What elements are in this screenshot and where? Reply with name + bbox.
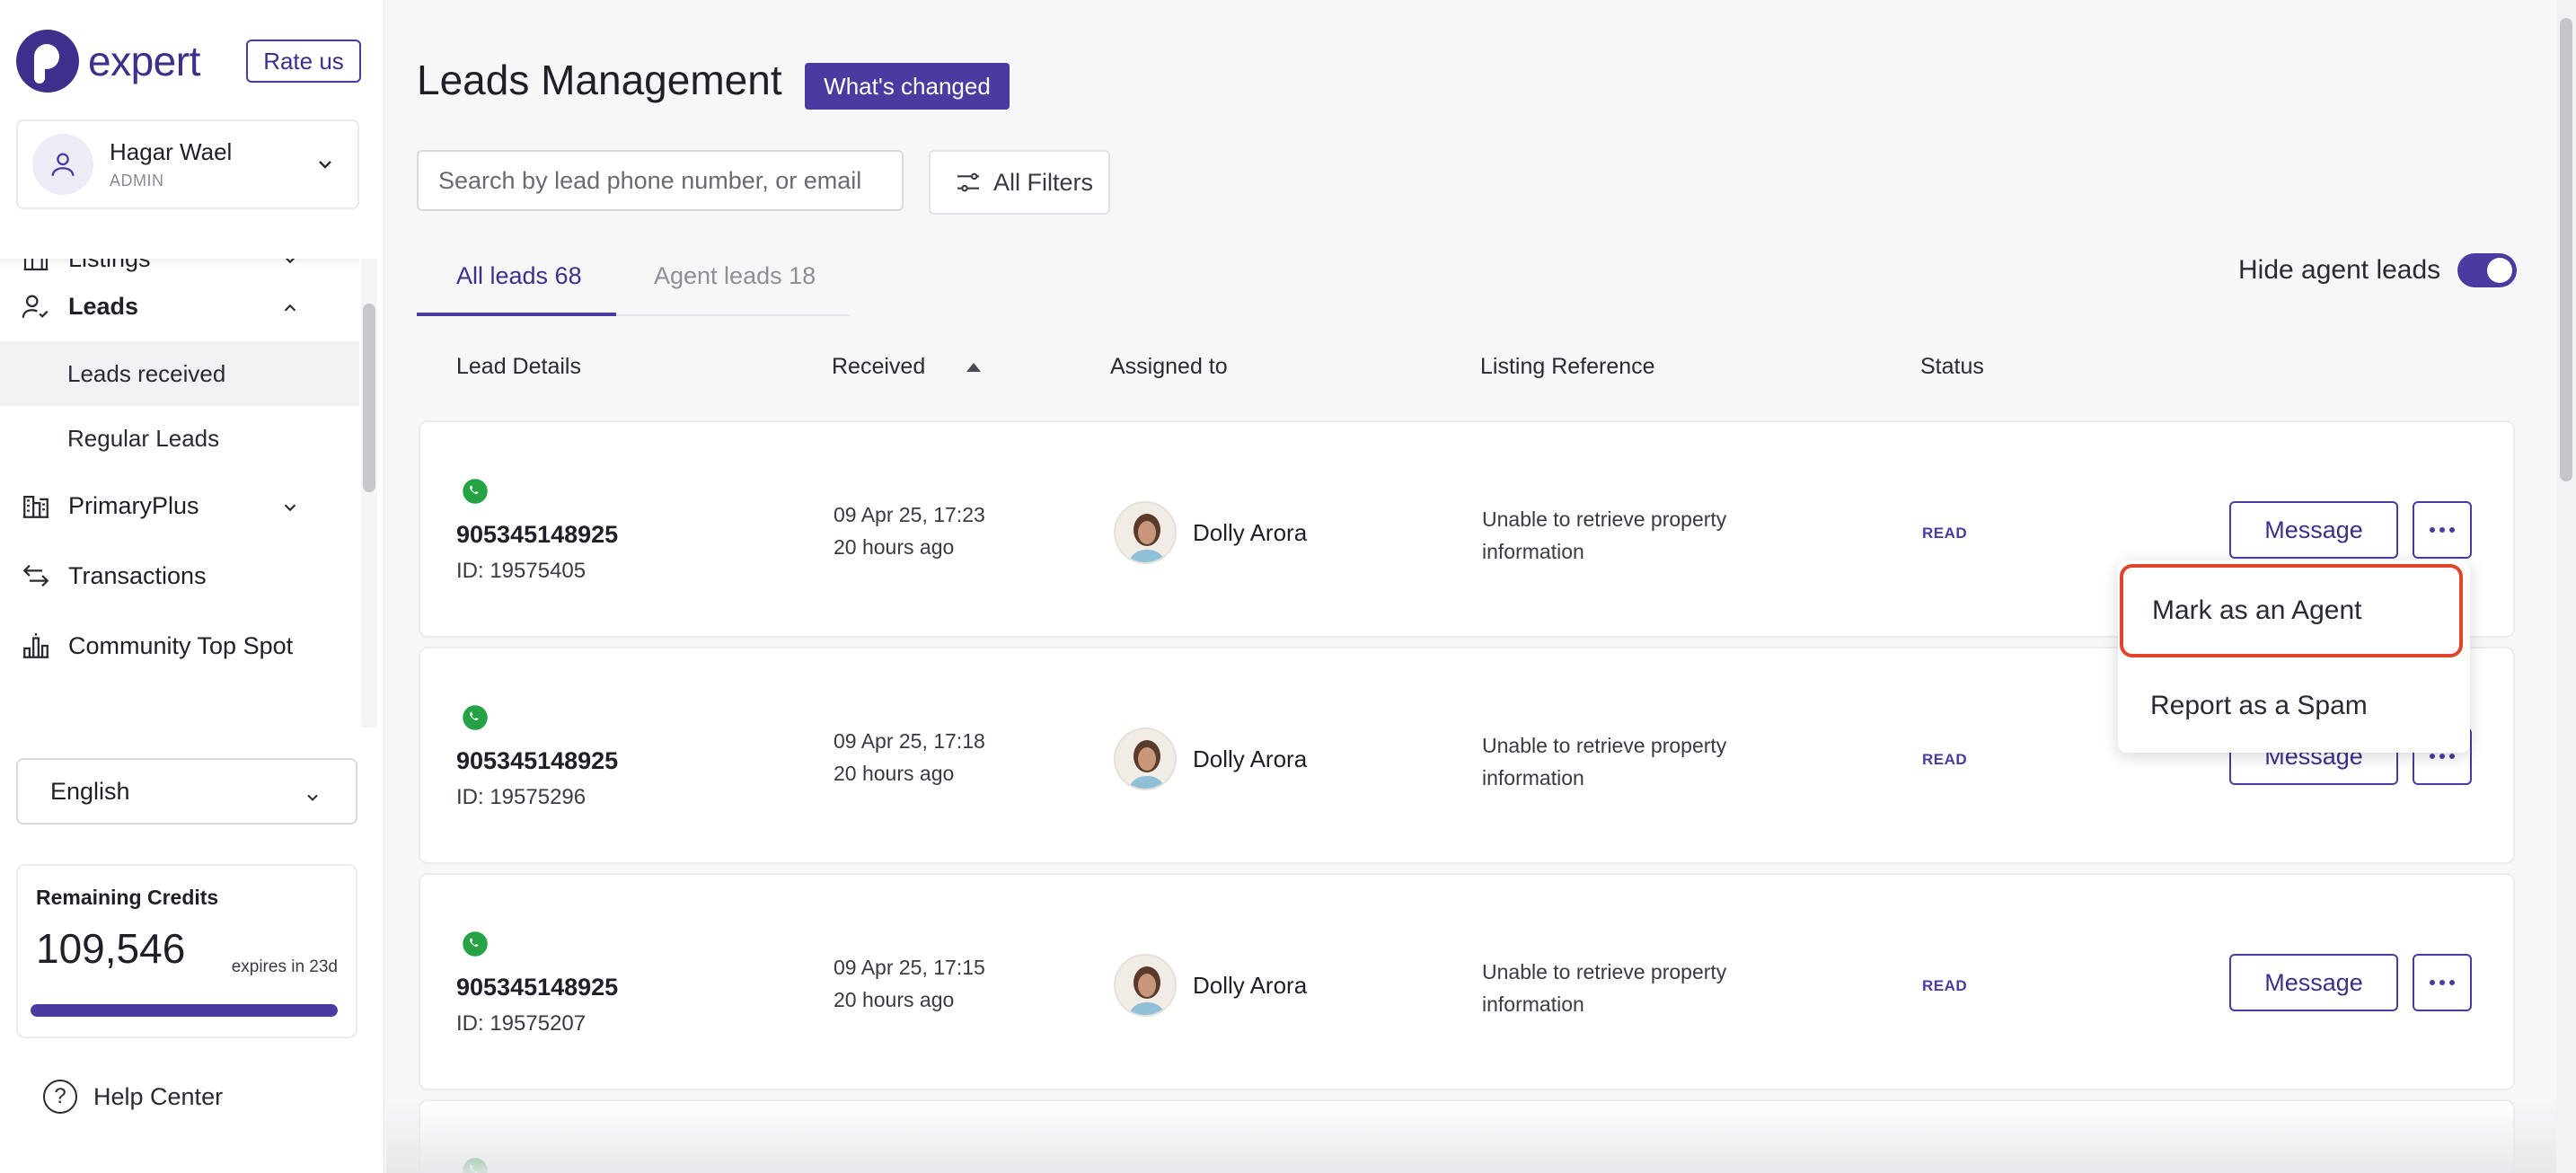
user-menu[interactable]: Hagar Wael ADMIN	[16, 119, 359, 209]
sidebar-item-leads-received[interactable]: Leads received	[0, 341, 359, 406]
column-header-lead-details: Lead Details	[456, 354, 581, 379]
sidebar-item-primaryplus[interactable]: PrimaryPlus	[0, 471, 359, 541]
received-date: 09 Apr 25, 17:18	[834, 729, 985, 753]
received-ago: 20 hours ago	[834, 988, 955, 1011]
sidebar-scrollbar[interactable]	[363, 304, 375, 492]
listing-reference: Unable to retrieve property information	[1482, 734, 1727, 789]
brand-logo[interactable]: expert	[16, 27, 200, 95]
agent-name: Dolly Arora	[1193, 745, 1308, 772]
credits-progress-bar	[31, 1004, 338, 1017]
credits-progress-fill	[31, 1004, 338, 1017]
whats-changed-button[interactable]: What's changed	[805, 63, 1010, 110]
tab-all-leads[interactable]: All leads 68	[456, 262, 582, 290]
more-options-button[interactable]	[2413, 954, 2472, 1011]
sidebar-item-transactions[interactable]: Transactions	[0, 541, 359, 611]
more-options-button[interactable]	[2413, 501, 2472, 559]
ellipsis-icon	[2430, 754, 2455, 759]
status-badge: READ	[1922, 751, 1968, 768]
chevron-down-icon	[280, 496, 300, 524]
page-title: Leads Management	[417, 57, 782, 103]
sidebar-item-label: Leads	[68, 292, 139, 320]
question-icon: ?	[43, 1080, 77, 1114]
all-filters-button[interactable]: All Filters	[929, 150, 1110, 215]
ellipsis-icon	[2430, 527, 2455, 533]
chart-bars-icon	[20, 630, 52, 662]
message-button[interactable]: Message	[2229, 954, 2398, 1011]
credits-expiry: expires in 23d	[231, 957, 338, 976]
column-header-status: Status	[1920, 354, 1984, 379]
sort-ascending-icon[interactable]	[966, 363, 981, 372]
active-tab-indicator	[417, 313, 616, 316]
sidebar: expert Rate us Hagar Wael ADMIN Listings	[0, 0, 384, 1173]
page-scrollbar[interactable]	[2560, 18, 2572, 481]
whatsapp-icon	[462, 704, 489, 736]
sidebar-nav: Listings Leads Leads received Regular Le…	[0, 259, 359, 728]
sidebar-item-listings[interactable]: Listings	[0, 259, 359, 272]
rate-us-button[interactable]: Rate us	[246, 40, 361, 83]
chevron-down-icon	[304, 785, 322, 813]
hide-agent-leads-toggle[interactable]	[2457, 253, 2517, 287]
agent-avatar	[1114, 728, 1177, 790]
sidebar-item-label: Transactions	[68, 561, 207, 589]
help-center-label: Help Center	[93, 1082, 224, 1110]
lead-id: ID: 19575405	[456, 559, 587, 583]
tab-agent-leads[interactable]: Agent leads 18	[654, 262, 816, 290]
chevron-up-icon	[280, 296, 300, 324]
search-input[interactable]	[417, 150, 904, 211]
whatsapp-icon	[462, 930, 489, 962]
user-name: Hagar Wael	[110, 138, 233, 165]
sidebar-item-community-top-spot[interactable]: Community Top Spot	[0, 611, 359, 681]
user-role: ADMIN	[110, 172, 164, 190]
sidebar-item-label: PrimaryPlus	[68, 491, 199, 519]
row-actions-menu: Mark as an Agent Report as a Spam	[2118, 560, 2470, 753]
column-header-received[interactable]: Received	[832, 354, 925, 380]
lead-phone: 905345148925	[456, 974, 619, 1001]
lead-id: ID: 19575296	[456, 785, 587, 809]
all-filters-label: All Filters	[993, 168, 1094, 196]
language-value: English	[50, 777, 130, 805]
exchange-icon	[20, 560, 52, 592]
leads-tabs: All leads 68 Agent leads 18	[417, 248, 850, 316]
received-date: 09 Apr 25, 17:15	[834, 956, 985, 979]
agent-avatar	[1114, 501, 1177, 564]
chevron-down-icon	[314, 154, 336, 180]
person-icon	[20, 290, 52, 322]
language-select[interactable]: English	[16, 758, 357, 825]
lead-id: ID: 19575207	[456, 1011, 587, 1036]
listing-reference: Unable to retrieve property information	[1482, 960, 1727, 1016]
received-date: 09 Apr 25, 17:23	[834, 503, 985, 526]
status-badge: READ	[1922, 525, 1968, 542]
mark-as-agent-menu-item[interactable]: Mark as an Agent	[2120, 564, 2463, 657]
agent-name: Dolly Arora	[1193, 519, 1308, 546]
listing-reference: Unable to retrieve property information	[1482, 507, 1727, 563]
ellipsis-icon	[2430, 980, 2455, 985]
report-as-spam-menu-item[interactable]: Report as a Spam	[2118, 659, 2470, 753]
lead-phone: 905345148925	[456, 747, 619, 774]
sidebar-item-label: Community Top Spot	[68, 631, 294, 659]
user-icon	[32, 134, 93, 195]
column-header-listing-reference: Listing Reference	[1480, 354, 1655, 379]
credits-label: Remaining Credits	[36, 886, 219, 909]
lead-phone: 905345148925	[456, 521, 619, 548]
whatsapp-icon	[462, 478, 489, 509]
filter-sliders-icon	[957, 172, 979, 192]
message-button[interactable]: Message	[2229, 501, 2398, 559]
help-center-link[interactable]: ? Help Center	[43, 1080, 223, 1114]
agent-avatar	[1114, 954, 1177, 1017]
sidebar-item-leads[interactable]: Leads	[0, 271, 359, 341]
lead-row[interactable]: 905345148925 ID: 19575207 09 Apr 25, 17:…	[419, 873, 2515, 1090]
expert-logo-icon	[16, 30, 79, 93]
brand-name: expert	[88, 38, 200, 84]
bottom-fade	[386, 1101, 2556, 1173]
credits-card: Remaining Credits 109,546 expires in 23d	[16, 864, 357, 1038]
agent-name: Dolly Arora	[1193, 972, 1308, 999]
column-header-assigned-to: Assigned to	[1110, 354, 1228, 379]
received-ago: 20 hours ago	[834, 762, 955, 785]
received-ago: 20 hours ago	[834, 535, 955, 559]
sidebar-item-regular-leads[interactable]: Regular Leads	[0, 406, 359, 471]
city-icon	[20, 489, 52, 522]
hide-agent-leads-label: Hide agent leads	[2238, 255, 2441, 285]
status-badge: READ	[1922, 977, 1968, 994]
